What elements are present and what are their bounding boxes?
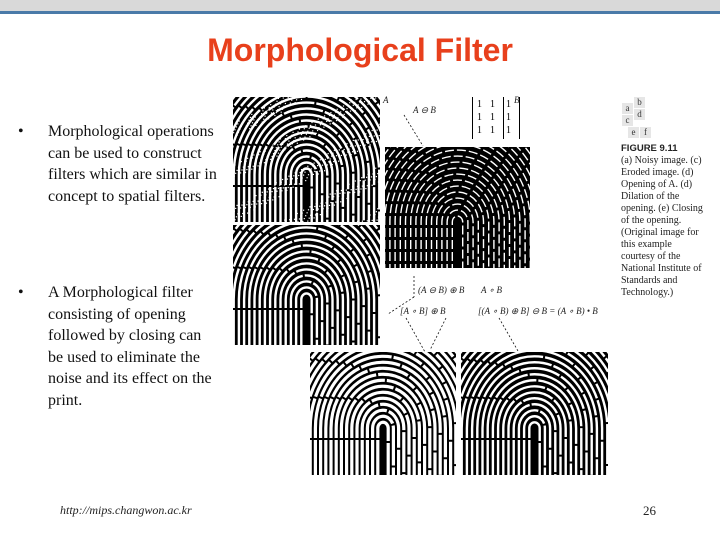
caption-title: FIGURE 9.11 (621, 143, 678, 154)
figure-caption: FIGURE 9.11 (a) Noisy image. (c) Eroded … (621, 143, 707, 299)
caption-text: (a) Noisy image. (c) Eroded image. (d) O… (621, 155, 703, 298)
figure-arrows (387, 114, 519, 353)
panel-grid-cell: d (634, 109, 645, 120)
footer-url[interactable]: http://mips.changwon.ac.kr (60, 503, 192, 518)
page-number: 26 (643, 503, 656, 518)
panel-grid-cell: b (634, 97, 645, 108)
panel-grid-cell: c (622, 115, 633, 126)
panel-grid-cell: e (628, 127, 639, 138)
panel-grid-cell: f (640, 127, 651, 138)
panel-grid-cell: a (622, 103, 633, 114)
slide: Morphological Filter • Morphological ope… (0, 0, 720, 540)
